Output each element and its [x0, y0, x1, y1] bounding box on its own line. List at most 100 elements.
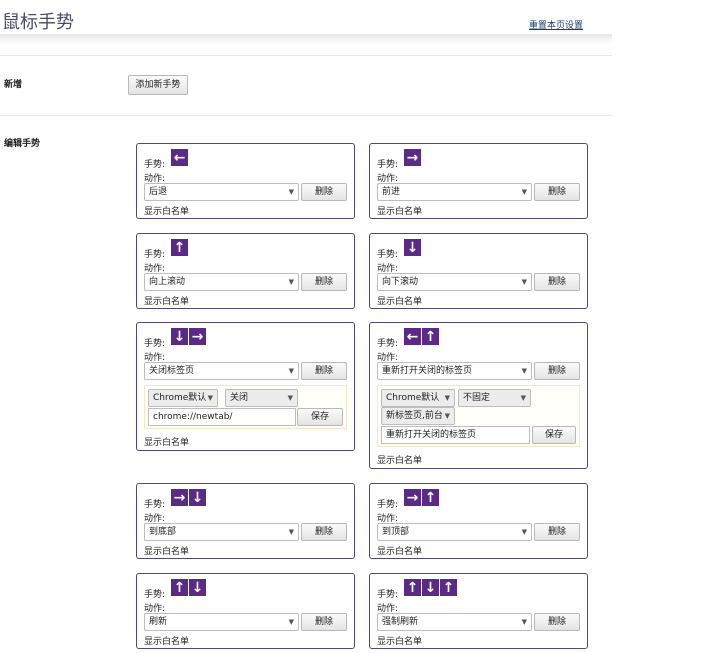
whitelist-label: 显示白名单	[144, 547, 190, 557]
arrow-icon: ↑	[171, 579, 188, 596]
delete-button[interactable]: 删除	[301, 362, 347, 380]
gesture-label: 手势:	[377, 339, 399, 349]
whitelist-label: 显示白名单	[144, 207, 190, 217]
option-select[interactable]: 不固定 ▼	[458, 389, 531, 407]
arrow-icon: ←	[171, 149, 188, 166]
chevron-down-icon: ▼	[288, 278, 294, 286]
select-value: 重新打开关闭的标签页	[382, 366, 473, 376]
gesture-arrows: ↑	[171, 239, 188, 256]
select-value: Chrome默认	[153, 393, 207, 403]
chevron-down-icon: ▼	[521, 188, 527, 196]
action-select[interactable]: 到顶部 ▼	[377, 523, 532, 541]
arrow-icon: ←	[404, 328, 421, 345]
gesture-card: 手势: ← ↑ 动作: 重新打开关闭的标签页 ▼ 删除 Chrome默认 ▼ 不固定 ▼ 新标签页,前…	[369, 322, 588, 469]
gesture-label: 手势:	[144, 500, 166, 510]
delete-button[interactable]: 删除	[301, 523, 347, 541]
chevron-down-icon: ▼	[288, 188, 294, 196]
select-value: 到底部	[149, 527, 177, 537]
chevron-down-icon: ▼	[520, 394, 526, 402]
delete-button[interactable]: 删除	[534, 362, 580, 380]
gesture-arrows: →	[404, 149, 421, 166]
select-value: 不固定	[463, 393, 491, 403]
gesture-card: 手势: ↓ → 动作: 关闭标签页 ▼ 删除 Chrome默认 ▼ 关闭 ▼ chrome://new…	[136, 322, 355, 451]
delete-button[interactable]: 删除	[301, 613, 347, 631]
select-value: 关闭标签页	[149, 366, 195, 376]
action-select[interactable]: 强制刷新 ▼	[377, 613, 532, 631]
option-select[interactable]: Chrome默认 ▼	[381, 389, 455, 407]
chevron-down-icon: ▼	[521, 367, 527, 375]
arrow-icon: ↑	[422, 489, 439, 506]
whitelist-label: 显示白名单	[144, 637, 190, 647]
whitelist-label: 显示白名单	[144, 297, 190, 307]
gesture-arrows: ↑ ↓ ↑	[404, 579, 457, 596]
delete-button[interactable]: 删除	[534, 613, 580, 631]
chevron-down-icon: ▼	[521, 618, 527, 626]
action-select[interactable]: 向上滚动 ▼	[144, 273, 299, 291]
gesture-card: 手势: ↑ ↓ ↑ 动作: 强制刷新 ▼ 删除 显示白名单	[369, 573, 588, 649]
option-select[interactable]: 新标签页,前台 ▼	[381, 407, 455, 425]
delete-button[interactable]: 删除	[301, 183, 347, 201]
select-value: Chrome默认	[386, 393, 440, 403]
select-value: 刷新	[149, 617, 168, 627]
page-title: 鼠标手势	[2, 12, 74, 33]
gesture-arrows: ← ↑	[404, 328, 439, 345]
action-select[interactable]: 关闭标签页 ▼	[144, 362, 299, 380]
action-options: Chrome默认 ▼ 不固定 ▼ 新标签页,前台 ▼ 重新打开关闭的标签页 保存	[377, 385, 580, 447]
select-value: 后退	[149, 187, 168, 197]
action-select[interactable]: 后退 ▼	[144, 183, 299, 201]
chevron-down-icon: ▼	[287, 394, 293, 402]
delete-button[interactable]: 删除	[534, 183, 580, 201]
gesture-label: 手势:	[377, 250, 399, 260]
gesture-label: 手势:	[144, 250, 166, 260]
gesture-card: 手势: ↑ 动作: 向上滚动 ▼ 删除 显示白名单	[136, 233, 355, 309]
action-select[interactable]: 前进 ▼	[377, 183, 532, 201]
save-button[interactable]: 保存	[297, 408, 343, 426]
arrow-icon: ↓	[189, 489, 206, 506]
gesture-arrows: ↑ ↓	[171, 579, 206, 596]
gesture-label: 手势:	[144, 160, 166, 170]
select-value: 到顶部	[382, 527, 410, 537]
whitelist-label: 显示白名单	[377, 637, 423, 647]
gesture-label: 手势:	[377, 160, 399, 170]
action-select[interactable]: 向下滚动 ▼	[377, 273, 532, 291]
arrow-icon: →	[404, 489, 421, 506]
gesture-arrows: ↓ →	[171, 328, 206, 345]
gesture-card: 手势: → ↓ 动作: 到底部 ▼ 删除 显示白名单	[136, 483, 355, 559]
gesture-card: 手势: ← 动作: 后退 ▼ 删除 显示白名单	[136, 143, 355, 219]
option-select[interactable]: 关闭 ▼	[225, 389, 298, 407]
gesture-label: 手势:	[144, 590, 166, 600]
select-value: 向下滚动	[382, 277, 419, 287]
whitelist-label: 显示白名单	[377, 297, 423, 307]
arrow-icon: →	[171, 489, 188, 506]
title-input[interactable]: 重新打开关闭的标签页	[381, 426, 530, 444]
gesture-arrows: ↓	[404, 239, 421, 256]
delete-button[interactable]: 删除	[301, 273, 347, 291]
chevron-down-icon: ▼	[521, 528, 527, 536]
gesture-arrows: ←	[171, 149, 188, 166]
reset-page-settings-link[interactable]: 重置本页设置	[529, 18, 583, 31]
delete-button[interactable]: 删除	[534, 523, 580, 541]
url-input[interactable]: chrome://newtab/	[148, 408, 296, 426]
chevron-down-icon: ▼	[207, 394, 213, 402]
save-button[interactable]: 保存	[532, 426, 576, 444]
whitelist-label: 显示白名单	[377, 207, 423, 217]
whitelist-label: 显示白名单	[377, 456, 423, 466]
chevron-down-icon: ▼	[288, 618, 294, 626]
header-divider	[0, 34, 612, 44]
gesture-card: 手势: → 动作: 前进 ▼ 删除 显示白名单	[369, 143, 588, 219]
select-value: 向上滚动	[149, 277, 186, 287]
chevron-down-icon: ▼	[288, 528, 294, 536]
arrow-icon: →	[189, 328, 206, 345]
delete-button[interactable]: 删除	[534, 273, 580, 291]
action-select[interactable]: 重新打开关闭的标签页 ▼	[377, 362, 532, 380]
action-select[interactable]: 刷新 ▼	[144, 613, 299, 631]
chevron-down-icon: ▼	[288, 367, 294, 375]
gesture-label: 手势:	[144, 339, 166, 349]
add-gesture-button[interactable]: 添加新手势	[128, 75, 188, 95]
option-select[interactable]: Chrome默认 ▼	[148, 389, 218, 407]
arrow-icon: ↓	[422, 579, 439, 596]
gesture-card: 手势: ↑ ↓ 动作: 刷新 ▼ 删除 显示白名单	[136, 573, 355, 649]
action-select[interactable]: 到底部 ▼	[144, 523, 299, 541]
chevron-down-icon: ▼	[521, 278, 527, 286]
select-value: 强制刷新	[382, 617, 419, 627]
